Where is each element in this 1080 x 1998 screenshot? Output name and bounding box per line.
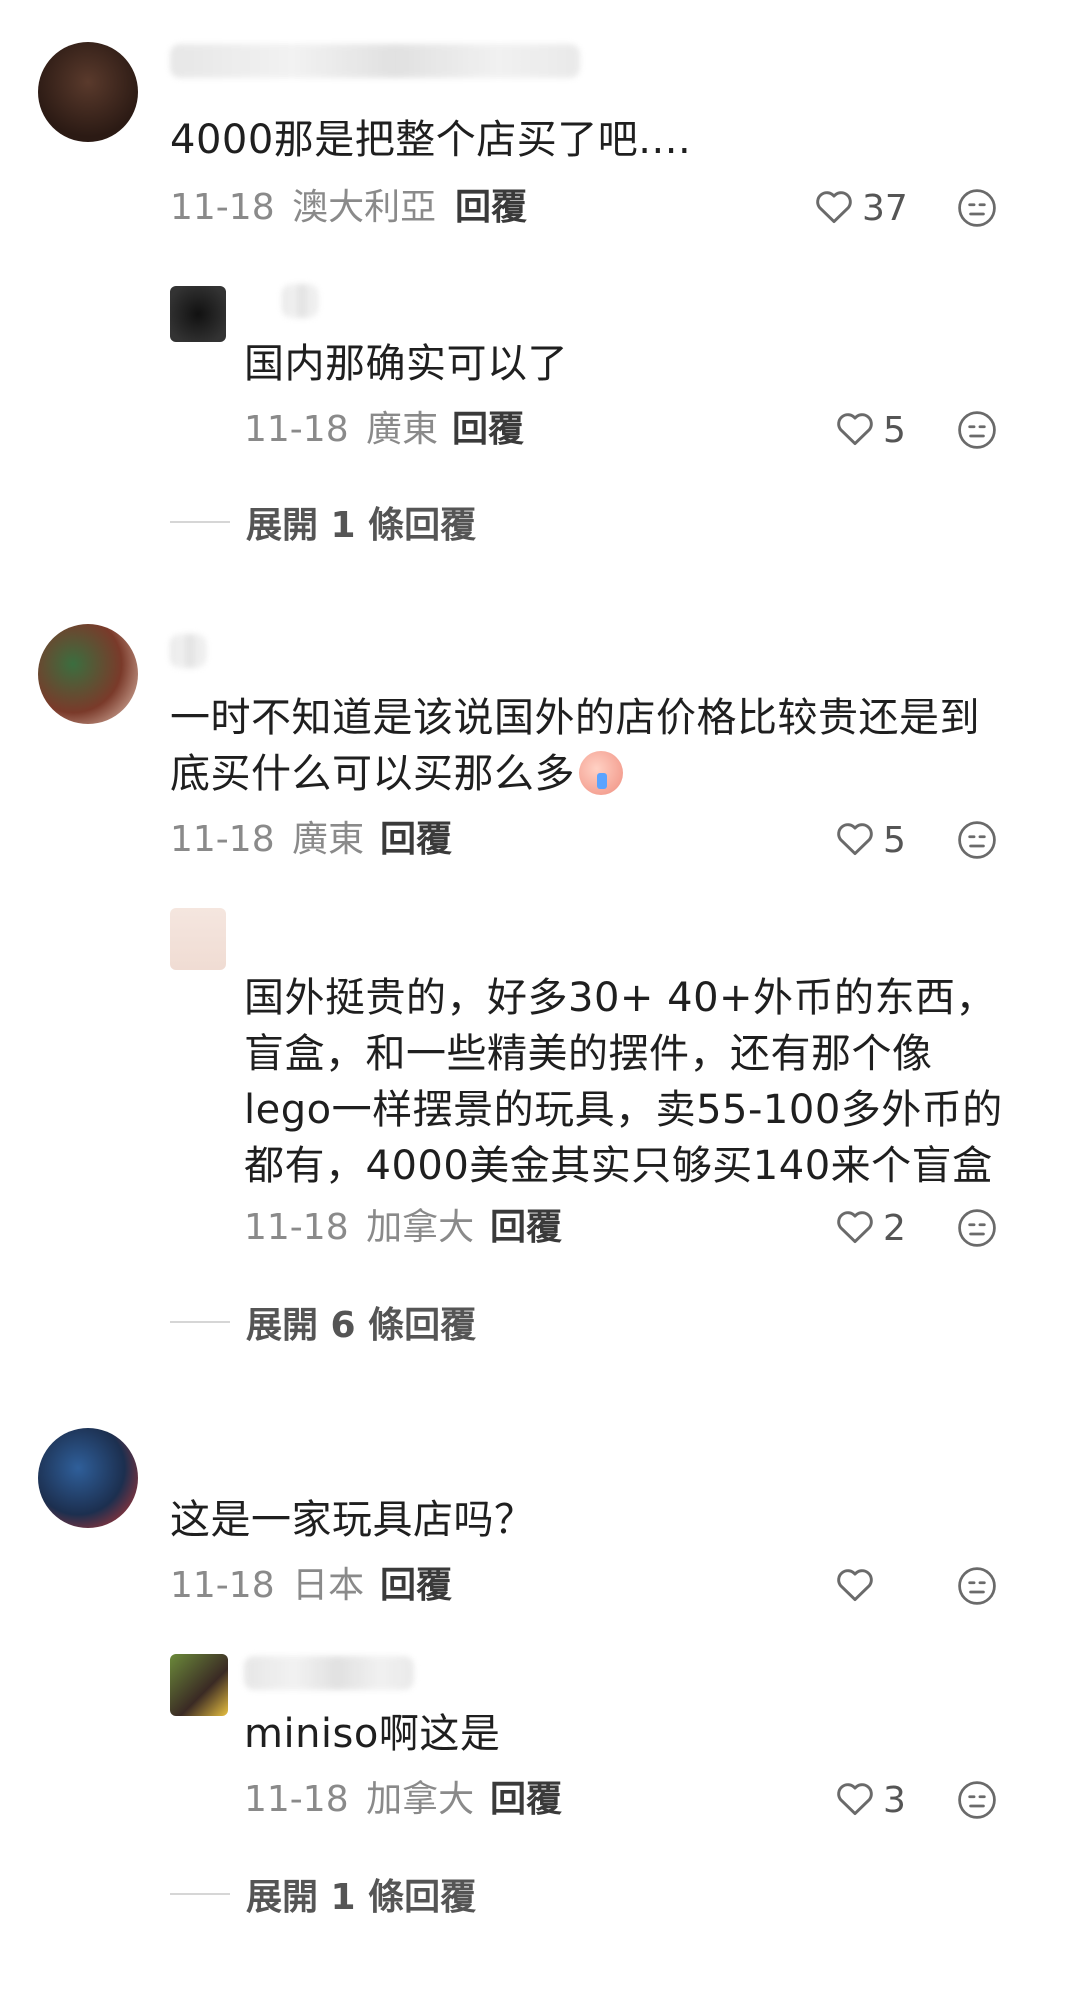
neutral-face-icon[interactable]	[955, 1564, 999, 1612]
avatar[interactable]	[38, 42, 138, 142]
expand-replies-label: 展開 6 條回覆	[246, 1305, 477, 1346]
crying-face-emoji	[579, 751, 623, 795]
reply-meta: 11-18 廣東	[244, 406, 438, 454]
reply-button[interactable]: 回覆	[490, 1776, 562, 1824]
reply-meta: 11-18 加拿大	[244, 1776, 474, 1824]
comment-text: 这是一家玩具店吗？	[170, 1497, 535, 1543]
heart-outline-icon	[812, 184, 856, 232]
like-button[interactable]: 37	[812, 184, 908, 232]
reply-text: 国内那确实可以了	[244, 341, 568, 387]
comment-text: 4000那是把整个店买了吧....	[170, 117, 692, 163]
reply-button[interactable]: 回覆	[490, 1204, 562, 1252]
reply-button[interactable]: 回覆	[455, 184, 527, 232]
comment-meta: 11-18 日本	[170, 1562, 364, 1610]
comment-text-body: 一时不知道是该说国外的店价格比较贵还是到底买什么可以买那么多	[170, 695, 980, 797]
like-button[interactable]: 5	[833, 816, 906, 864]
like-count: 5	[883, 409, 906, 451]
expand-replies[interactable]: 展開 1 條回覆	[170, 498, 476, 546]
heart-outline-icon	[833, 816, 877, 864]
username-blurred[interactable]	[170, 634, 206, 668]
expand-replies[interactable]: 展開 6 條回覆	[170, 1298, 476, 1346]
expand-replies[interactable]: 展開 1 條回覆	[170, 1870, 476, 1918]
reply-location: 廣東	[366, 409, 439, 450]
username-blurred[interactable]	[170, 44, 580, 78]
comment-date: 11-18	[170, 819, 275, 860]
like-button[interactable]	[833, 1562, 883, 1610]
like-button[interactable]: 5	[833, 406, 906, 454]
heart-outline-icon	[833, 1776, 877, 1824]
heart-outline-icon	[833, 406, 877, 454]
reply-text: miniso啊这是	[244, 1711, 501, 1757]
neutral-face-icon[interactable]	[955, 408, 999, 456]
avatar[interactable]	[170, 1654, 228, 1716]
neutral-face-icon[interactable]	[955, 1206, 999, 1254]
reply-location: 加拿大	[366, 1779, 475, 1820]
reply-button[interactable]: 回覆	[380, 1562, 452, 1610]
like-count: 2	[883, 1207, 906, 1249]
reply-location: 加拿大	[366, 1207, 475, 1248]
neutral-face-icon[interactable]	[955, 186, 999, 234]
like-count: 37	[862, 187, 908, 229]
reply-date: 11-18	[244, 1779, 349, 1820]
reply-text: 国外挺贵的，好多30+ 40+外币的东西，盲盒，和一些精美的摆件，还有那个像le…	[244, 975, 1003, 1189]
comment-location: 日本	[292, 1565, 365, 1606]
like-button[interactable]: 3	[833, 1776, 906, 1824]
like-count: 5	[883, 819, 906, 861]
comment-text: 一时不知道是该说国外的店价格比较贵还是到底买什么可以买那么多	[170, 690, 1020, 802]
comment-location: 澳大利亞	[292, 187, 437, 228]
avatar[interactable]	[170, 908, 226, 970]
reply-button[interactable]: 回覆	[452, 406, 524, 454]
like-button[interactable]: 2	[833, 1204, 906, 1252]
comment-date: 11-18	[170, 1565, 275, 1606]
expand-replies-label: 展開 1 條回覆	[246, 1877, 477, 1918]
reply-button[interactable]: 回覆	[380, 816, 452, 864]
neutral-face-icon[interactable]	[955, 818, 999, 866]
heart-outline-icon	[833, 1562, 877, 1610]
divider-line	[170, 521, 230, 523]
expand-replies-label: 展開 1 條回覆	[246, 505, 477, 546]
comment-location: 廣東	[292, 819, 365, 860]
username-blurred[interactable]	[244, 1656, 414, 1690]
neutral-face-icon[interactable]	[955, 1778, 999, 1826]
avatar[interactable]	[170, 286, 226, 342]
avatar[interactable]	[38, 624, 138, 724]
like-count: 3	[883, 1779, 906, 1821]
reply-date: 11-18	[244, 409, 349, 450]
comment-meta: 11-18 廣東	[170, 816, 364, 864]
heart-outline-icon	[833, 1204, 877, 1252]
username-blurred[interactable]	[282, 284, 318, 318]
comment-date: 11-18	[170, 187, 275, 228]
divider-line	[170, 1321, 230, 1323]
reply-date: 11-18	[244, 1207, 349, 1248]
divider-line	[170, 1893, 230, 1895]
avatar[interactable]	[38, 1428, 138, 1528]
reply-meta: 11-18 加拿大	[244, 1204, 474, 1252]
comment-meta: 11-18 澳大利亞	[170, 184, 436, 232]
